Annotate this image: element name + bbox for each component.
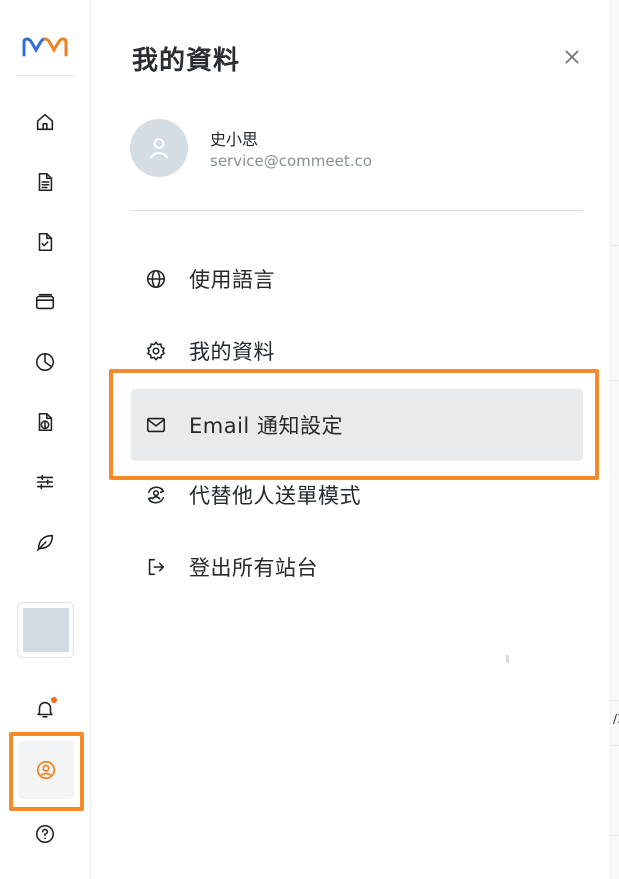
home-icon <box>36 113 54 131</box>
user-info: 史小思 service@commeet.co <box>130 119 580 179</box>
menu-item-label: 代替他人送單模式 <box>189 484 361 508</box>
bg-line <box>611 835 619 836</box>
close-button[interactable] <box>561 46 583 68</box>
profile-panel: 我的資料 史小思 service@commeet.co 使用語言 我的資料 Em… <box>92 0 610 879</box>
bg-line <box>611 700 619 701</box>
rail-divider <box>16 75 74 76</box>
menu-item-language[interactable]: 使用語言 <box>131 243 583 315</box>
nav-sustainability[interactable] <box>21 518 69 566</box>
background-partial-text: /3 <box>613 712 619 726</box>
scroll-indicator <box>506 655 509 663</box>
menu-item-label: 我的資料 <box>189 340 275 364</box>
sliders-icon <box>36 474 54 490</box>
nav-settings[interactable] <box>21 458 69 506</box>
nav-expenses[interactable] <box>21 398 69 446</box>
bg-line <box>611 745 619 746</box>
bg-line <box>611 380 619 381</box>
menu-item-proxy-mode[interactable]: 代替他人送單模式 <box>131 459 583 531</box>
user-avatar <box>130 119 188 177</box>
nav-documents[interactable] <box>21 158 69 206</box>
pie-chart-icon <box>35 352 55 372</box>
user-icon <box>149 138 169 159</box>
document-icon <box>38 172 53 192</box>
nav-home[interactable] <box>21 98 69 146</box>
help-icon <box>35 824 55 844</box>
bg-line <box>611 245 619 246</box>
app: /3 我的資料 史小思 service@commeet.co 使用語言 我的資料 <box>0 0 619 879</box>
menu-item-label: 使用語言 <box>189 268 275 292</box>
money-document-icon <box>38 412 53 432</box>
card-icon <box>35 293 55 310</box>
leaf-icon <box>36 534 54 552</box>
nav-notifications[interactable] <box>21 685 69 733</box>
background-page: /3 <box>610 0 619 879</box>
commeet-logo[interactable] <box>22 36 70 58</box>
highlight-box-profile <box>9 732 84 811</box>
gear-icon <box>144 339 168 363</box>
nav-approvals[interactable] <box>21 218 69 266</box>
divider <box>130 210 583 211</box>
company-avatar[interactable] <box>17 602 74 658</box>
user-switch-icon <box>144 483 168 507</box>
globe-icon <box>144 267 168 291</box>
task-document-icon <box>38 232 53 252</box>
close-icon <box>565 50 579 64</box>
nav-reports[interactable] <box>21 338 69 386</box>
notification-dot <box>51 697 57 703</box>
menu-item-logout-all[interactable]: 登出所有站台 <box>131 531 583 603</box>
panel-title: 我的資料 <box>132 46 241 76</box>
user-email: service@commeet.co <box>210 152 372 170</box>
company-avatar-image <box>23 608 69 652</box>
nav-help[interactable] <box>21 810 69 858</box>
menu-item-label: 登出所有站台 <box>189 556 318 580</box>
nav-cards[interactable] <box>21 278 69 326</box>
user-name: 史小思 <box>210 130 259 149</box>
logout-icon <box>144 555 168 579</box>
left-nav-rail <box>0 0 91 879</box>
